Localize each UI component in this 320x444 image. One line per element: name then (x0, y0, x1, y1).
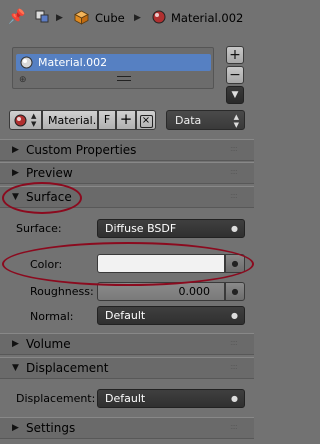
add-slot-button[interactable]: + (226, 46, 244, 64)
slot-specials-button[interactable]: ▼ (226, 86, 244, 104)
drag-grip-icon[interactable]: :::: (230, 423, 238, 431)
material-sphere-icon (14, 114, 27, 127)
drag-grip-icon[interactable]: :::: (230, 363, 238, 371)
drag-grip-icon[interactable]: :::: (230, 168, 238, 176)
collapsed-arrow-icon: ▶ (12, 339, 19, 349)
material-slot-list[interactable]: Material.002 ⊕ (12, 47, 214, 89)
collapsed-arrow-icon: ▶ (12, 168, 19, 178)
panel-displacement[interactable]: ▼ Displacement :::: (0, 357, 254, 379)
scene-context-icon (34, 9, 50, 25)
panel-title: Custom Properties (26, 143, 137, 157)
panel-title: Preview (26, 166, 73, 180)
updown-arrows-icon: ▲ ▼ (233, 113, 239, 129)
material-name-text: Material. (48, 114, 97, 127)
cube-object-icon (74, 10, 89, 25)
panel-title: Settings (26, 421, 76, 435)
annotation-ellipse-color (2, 242, 254, 286)
link-select[interactable]: Data ▲ ▼ (166, 110, 245, 130)
drag-grip-icon[interactable]: :::: (230, 192, 238, 200)
roughness-link-button[interactable]: ● (225, 282, 245, 301)
material-sphere-icon (20, 56, 33, 69)
collapsed-arrow-icon: ▶ (12, 145, 19, 155)
breadcrumb-material: Material.002 (171, 11, 244, 25)
surface-label: Surface: (16, 222, 62, 235)
normal-select[interactable]: Default ● (97, 306, 245, 325)
pin-icon[interactable]: 📌 (8, 9, 25, 25)
node-link-icon: ● (231, 224, 238, 233)
annotation-ellipse-surface (2, 182, 82, 214)
node-link-icon: ● (231, 287, 239, 296)
fake-user-button[interactable]: F (98, 110, 116, 130)
panel-volume[interactable]: ▶ Volume :::: (0, 333, 254, 355)
panel-custom-properties[interactable]: ▶ Custom Properties :::: (0, 139, 254, 161)
panel-title: Displacement (26, 361, 109, 375)
updown-arrows-icon: ▲ ▼ (31, 112, 37, 128)
close-icon: × (139, 115, 153, 128)
node-link-icon: ● (231, 394, 238, 403)
node-link-icon: ● (231, 311, 238, 320)
normal-value: Default (105, 309, 146, 322)
breadcrumb-object: Cube (95, 11, 125, 25)
roughness-value: 0.000 (178, 285, 211, 298)
panel-title: Volume (26, 337, 71, 351)
surface-shader-select[interactable]: Diffuse BSDF ● (97, 219, 245, 238)
material-name-field[interactable]: Material. (42, 110, 98, 130)
displacement-label: Displacement: (16, 392, 96, 405)
displacement-select[interactable]: Default ● (97, 389, 245, 408)
new-material-button[interactable]: + (116, 110, 136, 130)
unlink-material-button[interactable]: × (136, 110, 156, 130)
drag-grip-icon[interactable]: :::: (230, 145, 238, 153)
add-filter-icon[interactable]: ⊕ (19, 75, 27, 85)
resize-grip-icon[interactable] (117, 76, 131, 81)
roughness-label: Roughness: (30, 285, 94, 298)
breadcrumb-separator-icon: ▶ (134, 13, 141, 23)
material-browse-button[interactable]: ▲ ▼ (9, 110, 42, 130)
slot-label: Material.002 (38, 56, 108, 69)
panel-preview[interactable]: ▶ Preview :::: (0, 162, 254, 184)
drag-grip-icon[interactable]: :::: (230, 339, 238, 347)
material-sphere-icon (152, 10, 166, 24)
fake-user-label: F (103, 113, 111, 126)
expanded-arrow-icon: ▼ (12, 363, 19, 373)
breadcrumb-separator-icon: ▶ (56, 13, 63, 23)
panel-settings[interactable]: ▶ Settings :::: (0, 417, 254, 439)
list-item[interactable]: Material.002 (16, 54, 211, 71)
normal-label: Normal: (30, 310, 74, 323)
remove-slot-button[interactable]: − (226, 66, 244, 84)
collapsed-arrow-icon: ▶ (12, 423, 19, 433)
surface-shader-value: Diffuse BSDF (105, 222, 177, 235)
displacement-value: Default (105, 392, 146, 405)
link-value: Data (175, 114, 202, 127)
